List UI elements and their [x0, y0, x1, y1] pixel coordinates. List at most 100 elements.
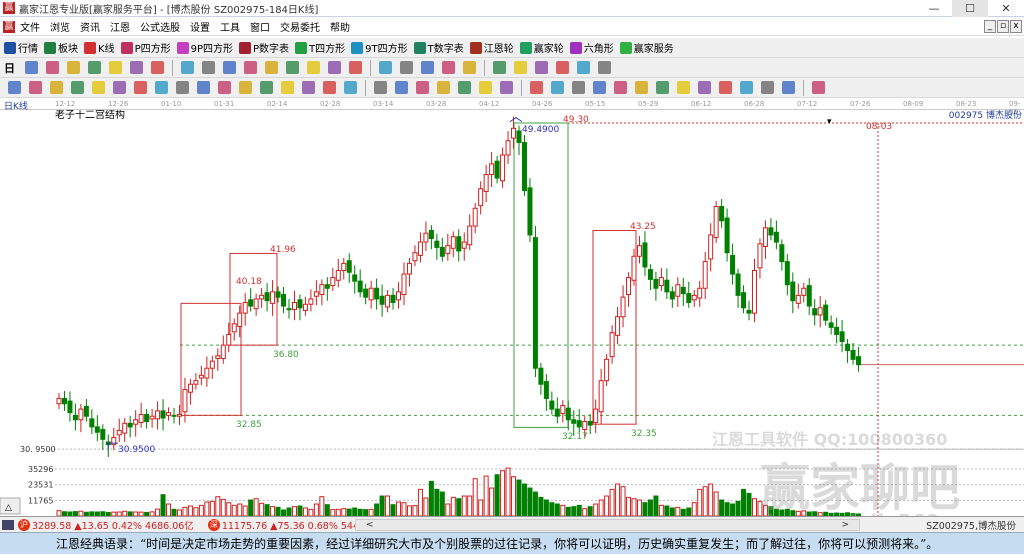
drawing-tool-icon[interactable] — [134, 81, 147, 94]
chart-tool-icon[interactable] — [493, 61, 506, 74]
menu-item-4[interactable]: 公式选股 — [140, 19, 180, 34]
menu-item-5[interactable]: 设置 — [190, 19, 210, 34]
mdi-minimize-button[interactable]: _ — [984, 20, 996, 33]
chart-tool-icon[interactable] — [379, 61, 392, 74]
menu-item-3[interactable]: 江恩 — [110, 19, 130, 34]
menu-item-9[interactable]: 帮助 — [330, 19, 350, 34]
toolbar-button-10[interactable]: 赢家轮 — [519, 40, 564, 55]
chart-tool-icon[interactable] — [151, 61, 164, 74]
drawing-tool-icon[interactable] — [395, 81, 408, 94]
chart-tool-icon[interactable] — [109, 61, 122, 74]
shanghai-index[interactable]: 3289.58 ▲13.65 0.42% 4686.06亿 — [32, 518, 194, 532]
drawing-tool-icon[interactable] — [197, 81, 210, 94]
current-stock[interactable]: SZ002975,博杰股份 — [926, 518, 1016, 532]
drawing-tool-icon[interactable] — [302, 81, 315, 94]
drawing-tool-icon[interactable] — [71, 81, 84, 94]
chart-tool-icon[interactable] — [244, 61, 257, 74]
chart-tool-icon[interactable] — [535, 61, 548, 74]
chart-tool-icon[interactable] — [67, 61, 80, 74]
chart-tool-icon[interactable] — [181, 61, 194, 74]
scroll-right-button[interactable]: > — [841, 520, 849, 530]
drawing-tool-icon[interactable] — [635, 81, 648, 94]
drawing-tool-icon[interactable] — [500, 81, 513, 94]
mdi-restore-button[interactable]: ▫ — [997, 20, 1009, 33]
drawing-tool-icon[interactable] — [416, 81, 429, 94]
menu-item-1[interactable]: 浏览 — [50, 19, 70, 34]
drawing-tool-icon[interactable] — [719, 81, 732, 94]
chart-tool-icon[interactable] — [265, 61, 278, 74]
drawing-tool-icon[interactable] — [113, 81, 126, 94]
chart-tool-icon[interactable] — [328, 61, 341, 74]
toolbar-button-7[interactable]: 9T四方形 — [351, 40, 408, 55]
drawing-tool-icon[interactable] — [323, 81, 336, 94]
drawing-tool-icon[interactable] — [239, 81, 252, 94]
drawing-tool-icon[interactable] — [551, 81, 564, 94]
maximize-button[interactable]: ☐ — [952, 0, 988, 17]
chart-tool-icon[interactable] — [349, 61, 362, 74]
drawing-tool-icon[interactable] — [281, 81, 294, 94]
drawing-tool-icon[interactable] — [812, 81, 825, 94]
drawing-tool-icon[interactable] — [218, 81, 231, 94]
drawing-tool-icon[interactable] — [344, 81, 357, 94]
toolbar-button-5[interactable]: P数字表 — [239, 40, 289, 55]
mdi-close-button[interactable]: x — [1010, 20, 1022, 33]
chart-tool-icon[interactable] — [514, 61, 527, 74]
drawing-tool-icon[interactable] — [50, 81, 63, 94]
chart-tool-icon[interactable] — [88, 61, 101, 74]
menu-item-7[interactable]: 窗口 — [250, 19, 270, 34]
chart-tool-icon[interactable] — [130, 61, 143, 74]
toolbar-button-2[interactable]: K线 — [84, 40, 115, 55]
kline-chart[interactable]: 49.4900 49.30 30.9500 41.96 40.18 36.80 32.85 4… — [0, 110, 1024, 516]
chart-tool-icon[interactable] — [223, 61, 236, 74]
toolbar-button-9[interactable]: 江恩轮 — [469, 40, 514, 55]
toolbar-button-6[interactable]: T四方形 — [295, 40, 345, 55]
chart-tool-icon[interactable] — [598, 61, 611, 74]
drawing-tool-icon[interactable] — [656, 81, 669, 94]
chart-tool-icon[interactable] — [442, 61, 455, 74]
drawing-tool-icon[interactable] — [155, 81, 168, 94]
chart-tool-icon[interactable] — [307, 61, 320, 74]
calculator-icon[interactable] — [2, 519, 14, 530]
drawing-tool-icon[interactable] — [479, 81, 492, 94]
chart-tool-icon[interactable] — [25, 61, 38, 74]
drawing-tool-icon[interactable] — [698, 81, 711, 94]
toolbar-button-4[interactable]: 9P四方形 — [176, 40, 233, 55]
drawing-tool-icon[interactable] — [260, 81, 273, 94]
menu-item-8[interactable]: 交易委托 — [280, 19, 320, 34]
menu-item-6[interactable]: 工具 — [220, 19, 240, 34]
menu-item-0[interactable]: 文件 — [20, 19, 40, 34]
drawing-tool-icon[interactable] — [677, 81, 690, 94]
toolbar-button-1[interactable]: 板块 — [44, 40, 78, 55]
chart-tool-icon[interactable] — [556, 61, 569, 74]
drawing-tool-icon[interactable] — [761, 81, 774, 94]
menu-item-2[interactable]: 资讯 — [80, 19, 100, 34]
drawing-tool-icon[interactable] — [782, 81, 795, 94]
toolbar-button-11[interactable]: 六角形 — [569, 40, 614, 55]
drawing-tool-icon[interactable] — [29, 81, 42, 94]
drawing-tool-icon[interactable] — [176, 81, 189, 94]
scroll-left-button[interactable]: < — [366, 520, 374, 530]
chart-tool-icon[interactable] — [46, 61, 59, 74]
toolbar-button-8[interactable]: T数字表 — [413, 40, 464, 55]
chart-tool-icon[interactable] — [421, 61, 434, 74]
drawing-tool-icon[interactable] — [740, 81, 753, 94]
chart-tool-icon[interactable] — [577, 61, 590, 74]
toolbar-button-12[interactable]: 赢家服务 — [619, 40, 674, 55]
chart-tool-icon[interactable] — [202, 61, 215, 74]
minimize-button[interactable]: — — [916, 0, 952, 17]
drawing-tool-icon[interactable] — [8, 81, 21, 94]
close-button[interactable]: ✕ — [988, 0, 1024, 17]
horizontal-scrollbar[interactable]: < > — [355, 519, 860, 531]
toolbar-button-3[interactable]: P四方形 — [120, 40, 171, 55]
drawing-tool-icon[interactable] — [593, 81, 606, 94]
period-select[interactable]: 日 — [4, 60, 15, 76]
drawing-tool-icon[interactable] — [374, 81, 387, 94]
drawing-tool-icon[interactable] — [530, 81, 543, 94]
drawing-tool-icon[interactable] — [92, 81, 105, 94]
toolbar-button-0[interactable]: 行情 — [4, 40, 38, 55]
chart-tool-icon[interactable] — [400, 61, 413, 74]
drawing-tool-icon[interactable] — [437, 81, 450, 94]
drawing-tool-icon[interactable] — [614, 81, 627, 94]
drawing-tool-icon[interactable] — [458, 81, 471, 94]
drawing-tool-icon[interactable] — [572, 81, 585, 94]
